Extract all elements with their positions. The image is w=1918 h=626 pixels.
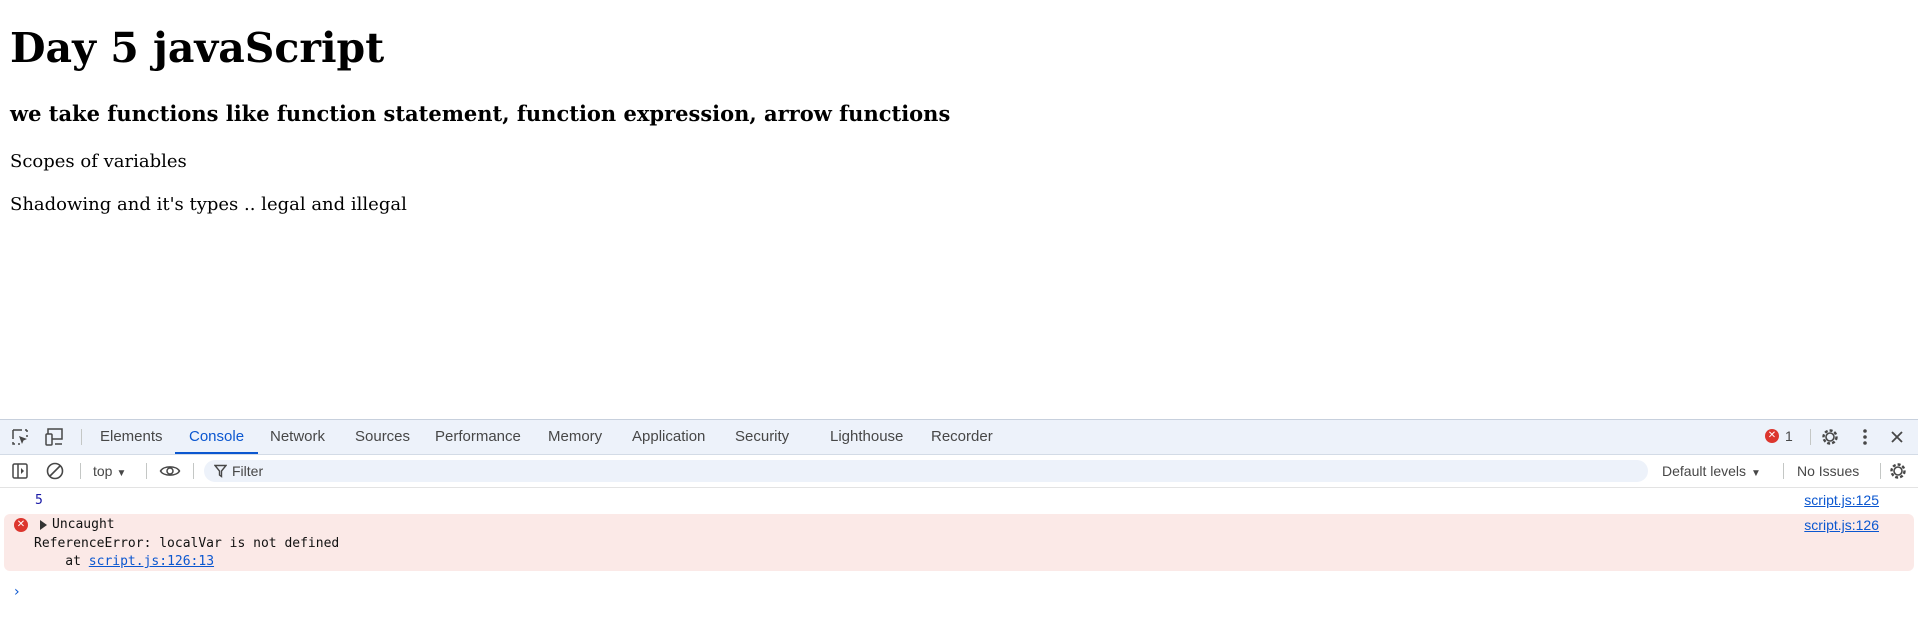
paragraph-shadowing: Shadowing and it's types .. legal and il… [10, 194, 407, 215]
settings-gear-icon[interactable] [1818, 425, 1842, 449]
filter-funnel-icon [213, 464, 228, 482]
page-subheading: we take functions like function statemen… [10, 101, 951, 126]
tab-sources[interactable]: Sources [355, 420, 410, 454]
error-count-badge[interactable]: ✕ 1 [1765, 428, 1793, 444]
tab-network[interactable]: Network [270, 420, 325, 454]
clear-console-icon[interactable] [43, 459, 67, 483]
more-vertical-icon[interactable] [1853, 425, 1877, 449]
toolbar-separator [1880, 463, 1881, 479]
log-levels-dropdown[interactable]: Default levels ▼ [1662, 455, 1761, 487]
tab-console[interactable]: Console [174, 420, 259, 454]
error-head: Uncaught [52, 517, 115, 532]
sidebar-toggle-icon[interactable] [8, 459, 32, 483]
error-count: 1 [1785, 428, 1793, 444]
toolbar-separator [146, 463, 147, 479]
filter-input[interactable] [232, 460, 1632, 482]
console-toolbar: top▼ Default levels▼ No Issues [0, 455, 1918, 488]
inspect-element-icon[interactable] [8, 425, 32, 449]
devtools-tab-bar: Elements Console Network Sources Perform… [0, 420, 1918, 455]
log-source-link[interactable]: script.js:125 [1804, 492, 1879, 508]
log-value: 5 [35, 493, 43, 508]
toolbar-separator [81, 429, 82, 445]
tab-recorder[interactable]: Recorder [931, 420, 993, 454]
context-label: top [93, 463, 113, 479]
error-message: ReferenceError: localVar is not defined [34, 536, 340, 551]
page-heading: Day 5 javaScript [10, 24, 385, 72]
paragraph-scopes: Scopes of variables [10, 151, 187, 172]
console-settings-icon[interactable] [1886, 459, 1910, 483]
close-icon[interactable] [1885, 425, 1909, 449]
tab-lighthouse[interactable]: Lighthouse [830, 420, 903, 454]
tab-memory[interactable]: Memory [548, 420, 602, 454]
error-icon: ✕ [1765, 429, 1779, 443]
device-toggle-icon[interactable] [43, 425, 67, 449]
error-stack-line: at script.js:126:13 [34, 554, 214, 569]
expand-triangle-icon[interactable] [40, 520, 47, 530]
web-page: Day 5 javaScript we take functions like … [0, 0, 1918, 419]
toolbar-separator [80, 463, 81, 479]
filter-box[interactable] [204, 460, 1648, 482]
chevron-down-icon: ▼ [116, 468, 127, 479]
log-levels-label: Default levels [1662, 463, 1747, 479]
tab-application[interactable]: Application [632, 420, 705, 454]
console-output: 5 script.js:125 ✕ Uncaught ReferenceErro… [0, 488, 1918, 626]
tab-performance[interactable]: Performance [435, 420, 521, 454]
toolbar-separator [193, 463, 194, 479]
error-icon: ✕ [14, 518, 28, 532]
context-selector[interactable]: top ▼ [93, 455, 126, 487]
console-prompt-chevron-icon[interactable]: › [14, 584, 20, 600]
eye-icon[interactable] [158, 459, 182, 483]
toolbar-separator [1783, 463, 1784, 479]
tab-elements[interactable]: Elements [100, 420, 163, 454]
issues-counter[interactable]: No Issues [1797, 455, 1859, 487]
chevron-down-icon: ▼ [1751, 468, 1761, 479]
error-source-link[interactable]: script.js:126 [1804, 517, 1879, 533]
console-error-row: ✕ Uncaught ReferenceError: localVar is n… [4, 514, 1914, 571]
devtools-panel: Elements Console Network Sources Perform… [0, 419, 1918, 626]
stack-link[interactable]: script.js:126:13 [89, 554, 214, 569]
tab-security[interactable]: Security [735, 420, 789, 454]
stack-prefix: at [34, 554, 89, 569]
console-log-row: 5 script.js:125 [0, 488, 1918, 512]
toolbar-separator [1810, 429, 1811, 445]
